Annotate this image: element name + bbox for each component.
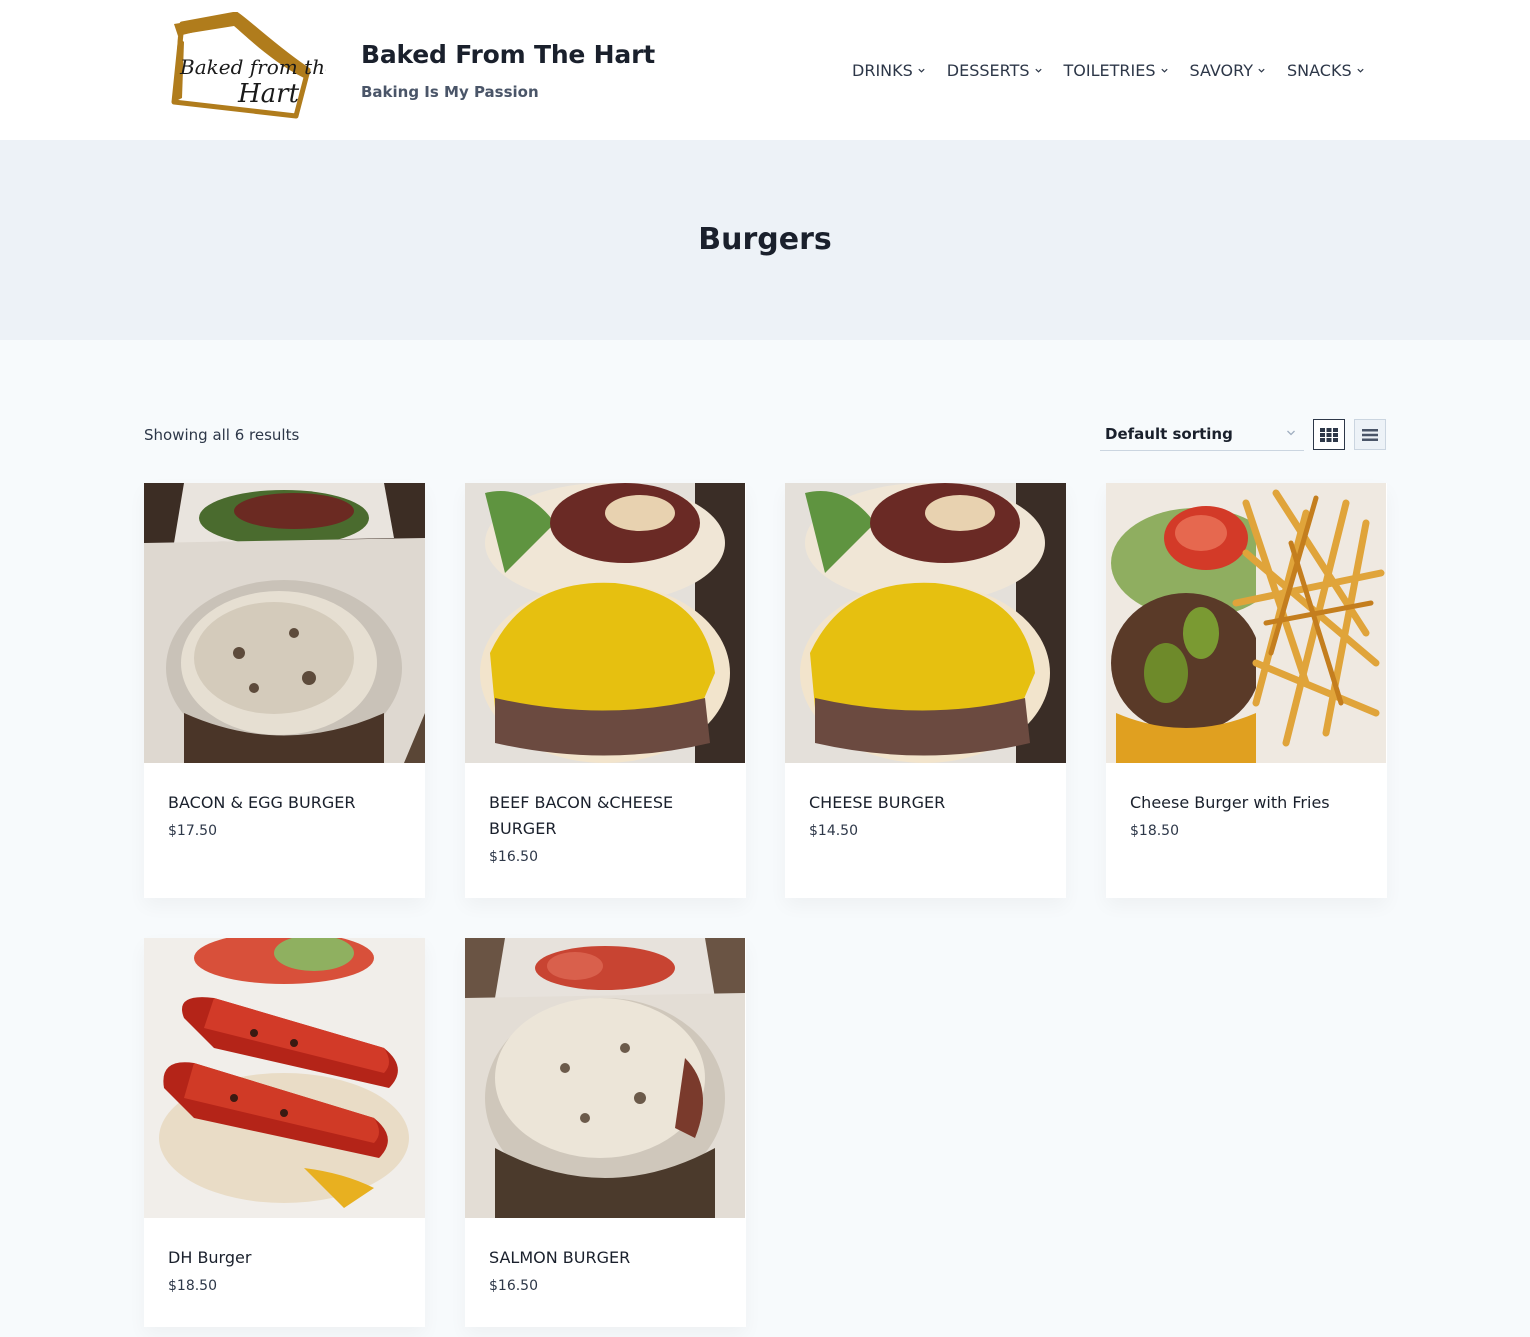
nav-item-label: DESSERTS — [946, 60, 1030, 80]
product-card: DH Burger $18.50 — [144, 938, 425, 1327]
nav-item-label: SAVORY — [1189, 60, 1254, 80]
product-image[interactable] — [144, 483, 425, 763]
nav-item-drinks[interactable]: DRINKS — [852, 58, 926, 82]
site-logo[interactable]: Baked from the Hart — [168, 11, 337, 122]
svg-text:Baked from the: Baked from the — [179, 55, 326, 79]
nav-item-toiletries[interactable]: TOILETRIES — [1064, 58, 1169, 82]
list-view-button[interactable] — [1354, 419, 1386, 450]
product-title[interactable]: SALMON BURGER — [489, 1245, 722, 1271]
product-info: BACON & EGG BURGER $17.50 — [144, 763, 425, 839]
product-title[interactable]: CHEESE BURGER — [809, 790, 1042, 816]
nav-item-snacks[interactable]: SNACKS — [1287, 58, 1365, 82]
nav-item-savory[interactable]: SAVORY — [1190, 58, 1267, 82]
product-image[interactable] — [785, 483, 1066, 763]
site-header: Baked from the Hart Baked From The Hart … — [0, 0, 1530, 140]
chevron-down-icon — [1287, 430, 1295, 436]
result-count: Showing all 6 results — [144, 426, 300, 444]
chevron-down-icon — [918, 68, 925, 73]
product-image[interactable] — [465, 938, 746, 1218]
product-price: $16.50 — [489, 1278, 538, 1294]
product-title[interactable]: BEEF BACON &CHEESE BURGER — [489, 790, 722, 842]
nav-item-label: SNACKS — [1287, 60, 1352, 80]
nav-item-label: TOILETRIES — [1063, 60, 1156, 80]
chevron-down-icon — [1356, 68, 1364, 73]
list-icon — [1362, 428, 1378, 441]
chevron-down-icon — [1258, 68, 1265, 73]
site-title[interactable]: Baked From The Hart — [361, 40, 655, 69]
sort-select[interactable]: Default sorting — [1100, 418, 1304, 451]
nav-item-label: DRINKS — [852, 60, 913, 80]
product-price: $18.50 — [168, 1278, 217, 1294]
page-title: Burgers — [698, 222, 832, 257]
product-image[interactable] — [465, 483, 746, 763]
product-info: SALMON BURGER $16.50 — [465, 1218, 746, 1294]
archive-title-band: Burgers — [0, 140, 1530, 340]
product-card: BEEF BACON &CHEESE BURGER $16.50 — [465, 483, 746, 898]
chevron-down-icon — [1034, 68, 1042, 73]
product-title[interactable]: BACON & EGG BURGER — [168, 790, 401, 816]
product-info: BEEF BACON &CHEESE BURGER $16.50 — [465, 763, 746, 865]
product-price: $18.50 — [1130, 823, 1179, 839]
product-info: CHEESE BURGER $14.50 — [785, 763, 1066, 839]
primary-nav: DRINKS DESSERTS TOILETRIES SAVORY SNACKS — [852, 58, 1365, 82]
grid-icon — [1320, 427, 1338, 442]
product-image[interactable] — [1106, 483, 1387, 763]
svg-text:Hart: Hart — [237, 79, 300, 109]
product-price: $16.50 — [489, 849, 538, 865]
product-image[interactable] — [144, 938, 425, 1218]
brand: Baked From The Hart Baking Is My Passion — [361, 40, 655, 101]
product-info: DH Burger $18.50 — [144, 1218, 425, 1294]
product-card: BACON & EGG BURGER $17.50 — [144, 483, 425, 898]
chevron-down-icon — [1160, 68, 1168, 73]
site-tagline: Baking Is My Passion — [361, 83, 539, 101]
product-card: Cheese Burger with Fries $18.50 — [1106, 483, 1387, 898]
nav-item-desserts[interactable]: DESSERTS — [947, 58, 1043, 82]
grid-view-button[interactable] — [1313, 419, 1345, 450]
product-price: $17.50 — [168, 823, 217, 839]
sort-select-value: Default sorting — [1105, 425, 1233, 443]
product-title[interactable]: Cheese Burger with Fries — [1130, 790, 1363, 816]
product-card: CHEESE BURGER $14.50 — [785, 483, 1066, 898]
product-info: Cheese Burger with Fries $18.50 — [1106, 763, 1387, 839]
product-title[interactable]: DH Burger — [168, 1245, 401, 1271]
product-price: $14.50 — [809, 823, 858, 839]
product-card: SALMON BURGER $16.50 — [465, 938, 746, 1327]
